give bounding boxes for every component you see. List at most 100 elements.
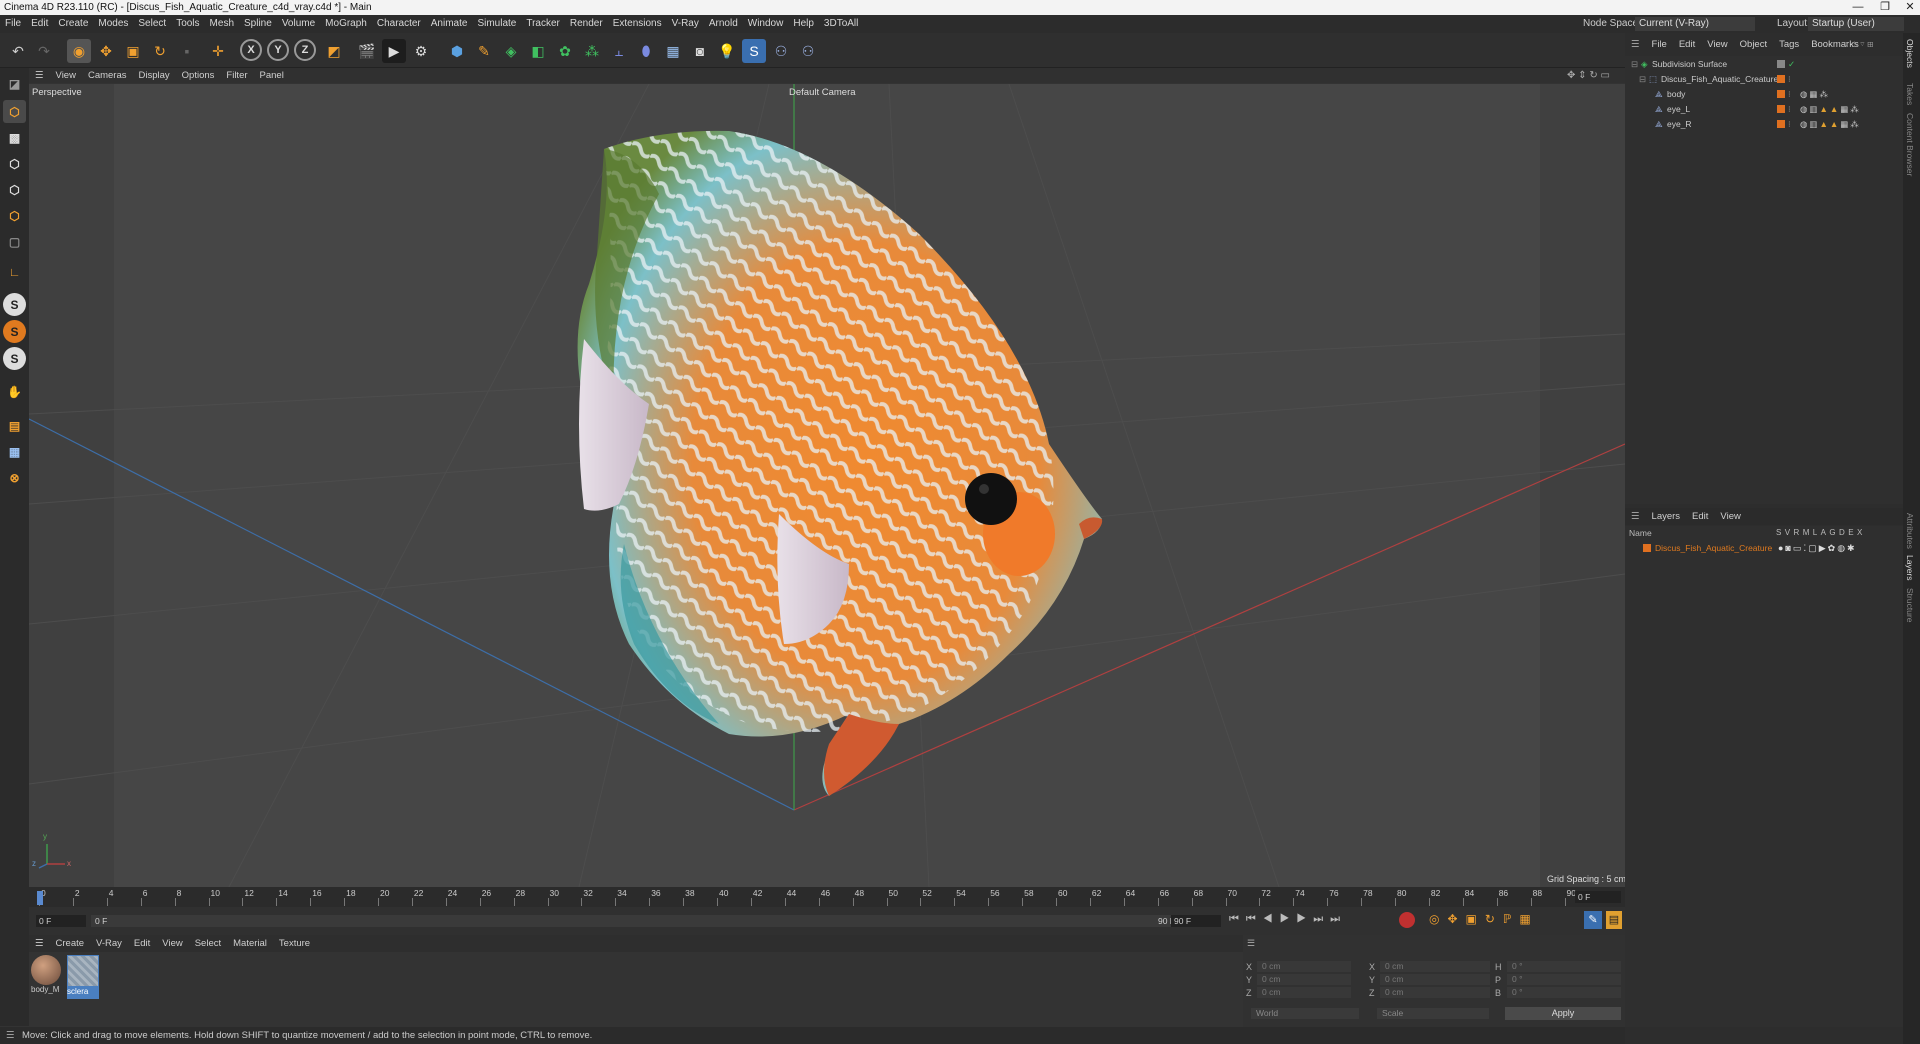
minimize-button[interactable]: — xyxy=(1843,0,1873,15)
menu-vray[interactable]: V-Ray xyxy=(667,15,704,33)
visibility-icon[interactable] xyxy=(1777,60,1785,68)
scale-tool-icon[interactable]: ▣ xyxy=(121,39,145,63)
object-row[interactable]: ⊟ ⬚ Discus_Fish_Aquatic_Creature ⁝ xyxy=(1625,72,1903,86)
deformer-icon[interactable]: ⫠ xyxy=(607,39,631,63)
layer-row[interactable]: Discus_Fish_Aquatic_Creature ●◙▭⁚▢▶✿◍✱ xyxy=(1625,541,1903,555)
viewport-menu-options[interactable]: Options xyxy=(176,68,221,83)
object-menu-tags[interactable]: Tags xyxy=(1773,36,1805,54)
menu-arnold[interactable]: Arnold xyxy=(704,15,743,33)
object-row[interactable]: ⟁ eye_L ⁝ ◍▥▲▲▦⁂ xyxy=(1625,102,1903,116)
render-view-icon[interactable]: ▶ xyxy=(382,39,406,63)
pen-spline-icon[interactable]: ✎ xyxy=(472,39,496,63)
menu-volume[interactable]: Volume xyxy=(277,15,320,33)
layout-dropdown[interactable]: Startup (User) xyxy=(1808,17,1904,31)
viewport-menu-view[interactable]: View xyxy=(50,68,82,83)
pos-x-field[interactable]: 0 cm xyxy=(1257,961,1351,972)
object-hamburger-icon[interactable]: ☰ xyxy=(1625,36,1646,54)
material-hamburger-icon[interactable]: ☰ xyxy=(29,935,50,952)
current-frame-field[interactable]: 0 F xyxy=(1575,891,1621,903)
playback-controls[interactable]: ⏮⏮◀▶▶⏭⏭ xyxy=(1229,913,1347,926)
layer-menu-edit[interactable]: Edit xyxy=(1686,511,1714,522)
mograph-icon[interactable]: ⁂ xyxy=(580,39,604,63)
select-tool-icon[interactable]: ◉ xyxy=(67,39,91,63)
pos-z-field[interactable]: 0 cm xyxy=(1257,987,1351,998)
size-z-field[interactable]: 0 cm xyxy=(1380,987,1490,998)
coordinate-system-icon[interactable]: ✛ xyxy=(206,39,230,63)
texture-mode-icon[interactable]: ▩ xyxy=(3,126,26,149)
material-menu-select[interactable]: Select xyxy=(189,935,227,952)
edges-mode-icon[interactable]: ⬡ xyxy=(3,178,26,201)
menu-render[interactable]: Render xyxy=(565,15,608,33)
tab-content-browser[interactable]: Content Browser xyxy=(1905,113,1915,176)
menu-tools[interactable]: Tools xyxy=(171,15,204,33)
viewport-nav-icons[interactable]: ✥ ⇕ ↻ ▭ xyxy=(1567,68,1610,83)
end-frame-field[interactable]: 90 F xyxy=(1171,915,1221,927)
menu-mograph[interactable]: MoGraph xyxy=(320,15,372,33)
floor-icon[interactable]: ▦ xyxy=(661,39,685,63)
field-icon[interactable]: ⬮ xyxy=(634,39,658,63)
viewport-menu-panel[interactable]: Panel xyxy=(254,68,290,83)
menu-extensions[interactable]: Extensions xyxy=(608,15,667,33)
record-icon[interactable] xyxy=(1399,912,1415,928)
visibility-dots-icon[interactable]: ⁝ xyxy=(1788,87,1791,101)
object-row[interactable]: ⟁ eye_R ⁝ ◍▥▲▲▦⁂ xyxy=(1625,117,1903,131)
layer-hamburger-icon[interactable]: ☰ xyxy=(1625,511,1646,522)
make-editable-icon[interactable]: ◪ xyxy=(3,72,26,95)
frame-range-slider[interactable]: 0 F 90 F xyxy=(91,915,1179,927)
size-y-field[interactable]: 0 cm xyxy=(1380,974,1490,985)
snap-icon[interactable]: S xyxy=(3,293,26,316)
visibility-dots-icon[interactable]: ⁝ xyxy=(1788,72,1791,86)
tab-attributes[interactable]: Attributes xyxy=(1905,513,1915,549)
node-space-dropdown[interactable]: Current (V-Ray) xyxy=(1635,17,1755,31)
vray-icon[interactable]: S xyxy=(742,39,766,63)
tag-icons[interactable]: ◍▥▲▲▦⁂ xyxy=(1800,102,1861,116)
film-icon[interactable]: ▤ xyxy=(1606,911,1622,929)
polygons-mode-icon[interactable]: ⬡ xyxy=(3,204,26,227)
render-settings-icon[interactable]: ⚙ xyxy=(409,39,433,63)
layer-menu-layers[interactable]: Layers xyxy=(1646,511,1687,522)
material-menu-create[interactable]: Create xyxy=(50,935,91,952)
menu-edit[interactable]: Edit xyxy=(26,15,53,33)
layer-menu-view[interactable]: View xyxy=(1714,511,1746,522)
tab-takes[interactable]: Takes xyxy=(1905,83,1915,105)
menu-tracker[interactable]: Tracker xyxy=(521,15,565,33)
tag-icons[interactable]: ◍▦⁂ xyxy=(1800,87,1830,101)
pos-y-field[interactable]: 0 cm xyxy=(1257,974,1351,985)
paint-tool-icon[interactable]: ✋ xyxy=(3,380,26,403)
motion-icon[interactable]: ✎ xyxy=(1584,911,1602,929)
grid-icon[interactable]: ▦ xyxy=(3,440,26,463)
menu-animate[interactable]: Animate xyxy=(426,15,473,33)
material-menu-material[interactable]: Material xyxy=(227,935,273,952)
z-axis-lock-icon[interactable]: Z xyxy=(294,39,316,61)
apply-button[interactable]: Apply xyxy=(1505,1007,1621,1020)
rot-p-field[interactable]: 0 ° xyxy=(1507,974,1621,985)
perspective-viewport[interactable]: Perspective Default Camera Grid Spacing … xyxy=(29,84,1625,887)
viewport-hamburger-icon[interactable]: ☰ xyxy=(29,68,50,83)
python-script-icon[interactable]: ⚇ xyxy=(796,39,820,63)
menu-simulate[interactable]: Simulate xyxy=(472,15,521,33)
viewport-menu-cameras[interactable]: Cameras xyxy=(82,68,133,83)
recent-tool-icon[interactable]: ▪ xyxy=(175,39,199,63)
material-swatch-body[interactable]: body_M xyxy=(31,955,63,999)
menu-window[interactable]: Window xyxy=(743,15,789,33)
object-menu-edit[interactable]: Edit xyxy=(1673,36,1701,54)
rot-b-field[interactable]: 0 ° xyxy=(1507,987,1621,998)
rotate-tool-icon[interactable]: ↻ xyxy=(148,39,172,63)
viewport-menu-filter[interactable]: Filter xyxy=(220,68,253,83)
menu-help[interactable]: Help xyxy=(788,15,819,33)
object-row[interactable]: ⟁ body ⁝ ◍▦⁂ xyxy=(1625,87,1903,101)
camera-label[interactable]: Default Camera xyxy=(789,87,856,98)
object-menu-file[interactable]: File xyxy=(1646,36,1673,54)
workplane-snap-icon[interactable]: S xyxy=(3,347,26,370)
visibility-dots-icon[interactable]: ⁝ xyxy=(1788,117,1791,131)
cloner-icon[interactable]: ✿ xyxy=(553,39,577,63)
material-menu-edit[interactable]: Edit xyxy=(128,935,156,952)
workplane-icon[interactable]: ▤ xyxy=(3,414,26,437)
collapse-icon[interactable]: ⊟ xyxy=(1639,72,1646,86)
menu-mesh[interactable]: Mesh xyxy=(205,15,239,33)
menu-create[interactable]: Create xyxy=(53,15,93,33)
x-axis-lock-icon[interactable]: X xyxy=(240,39,262,61)
menu-character[interactable]: Character xyxy=(372,15,426,33)
menu-spline[interactable]: Spline xyxy=(239,15,277,33)
move-tool-icon[interactable]: ✥ xyxy=(94,39,118,63)
